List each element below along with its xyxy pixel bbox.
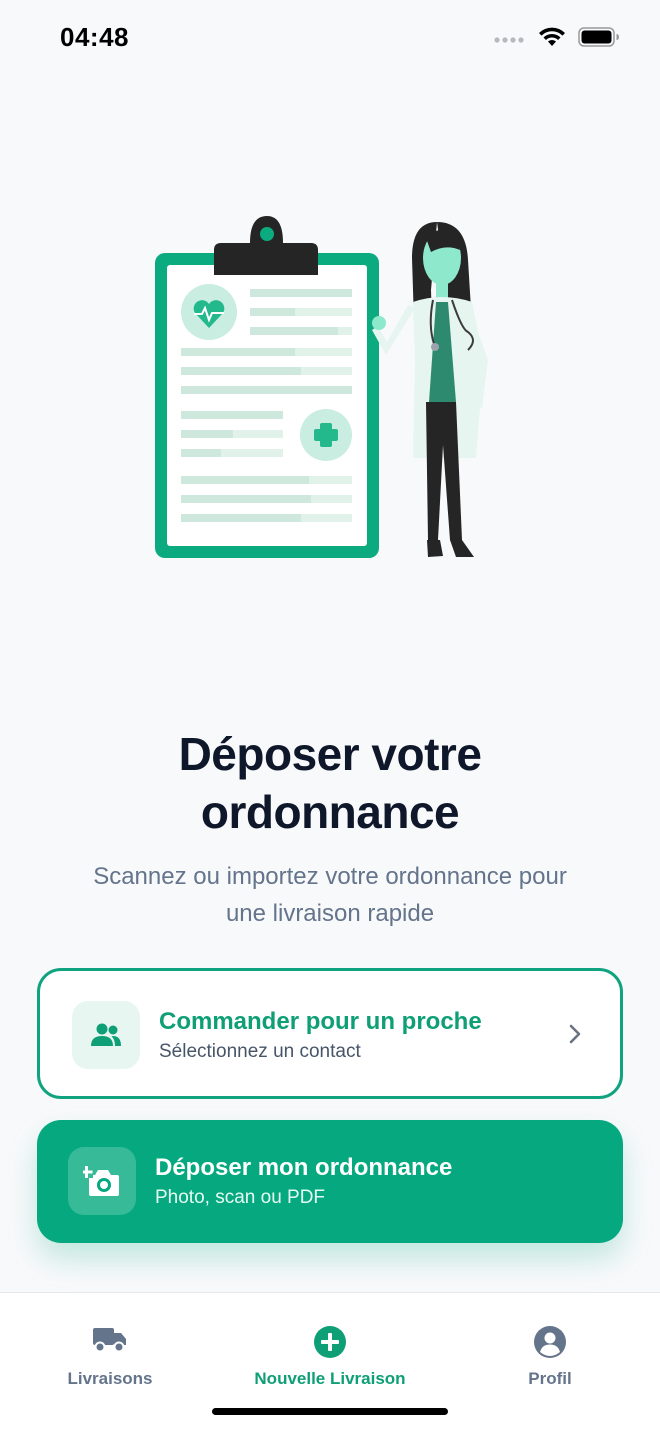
wifi-icon xyxy=(538,26,566,53)
upload-prescription-button[interactable]: Déposer mon ordonnance Photo, scan ou PD… xyxy=(37,1120,623,1243)
order-for-relative-title: Commander pour un proche xyxy=(159,1008,482,1035)
battery-icon xyxy=(578,26,620,53)
order-for-relative-subtitle: Sélectionnez un contact xyxy=(159,1041,361,1062)
page-subtitle-line2: une livraison rapide xyxy=(225,900,435,927)
order-for-relative-button[interactable]: Commander pour un proche Sélectionnez un… xyxy=(37,968,623,1099)
page-subtitle: Scannez ou importez votre ordonnance pou… xyxy=(60,858,600,932)
tab-nouvelle-livraison-label: Nouvelle Livraison xyxy=(254,1369,406,1388)
home-indicator[interactable] xyxy=(212,1408,448,1415)
status-bar: 04:48 xyxy=(0,0,660,80)
prescription-illustration xyxy=(150,210,520,570)
users-icon xyxy=(72,1001,140,1069)
upload-prescription-subtitle: Photo, scan ou PDF xyxy=(155,1187,326,1208)
tab-livraisons[interactable]: Livraisons xyxy=(0,1293,220,1393)
status-time: 04:48 xyxy=(60,22,129,52)
user-circle-icon xyxy=(440,1325,660,1359)
clipboard-image xyxy=(155,216,379,558)
tab-profil[interactable]: Profil xyxy=(440,1293,660,1393)
plus-circle-icon xyxy=(220,1325,440,1359)
page-title: Déposer votre ordonnance xyxy=(0,725,660,841)
tab-profil-label: Profil xyxy=(528,1369,572,1388)
page-subtitle-line1: Scannez ou importez votre ordonnance pou… xyxy=(93,863,567,890)
doctor-image xyxy=(372,222,488,557)
tab-livraisons-label: Livraisons xyxy=(67,1369,153,1388)
tab-nouvelle-livraison[interactable]: Nouvelle Livraison xyxy=(220,1293,440,1393)
page-title-line2: ordonnance xyxy=(200,786,460,838)
truck-icon xyxy=(0,1325,220,1353)
page-title-line1: Déposer votre xyxy=(178,728,482,780)
status-icons xyxy=(494,26,620,53)
add-photo-icon xyxy=(68,1147,136,1215)
upload-prescription-title: Déposer mon ordonnance xyxy=(155,1154,453,1181)
signal-icon xyxy=(494,31,526,49)
chevron-right-icon xyxy=(568,1023,582,1050)
